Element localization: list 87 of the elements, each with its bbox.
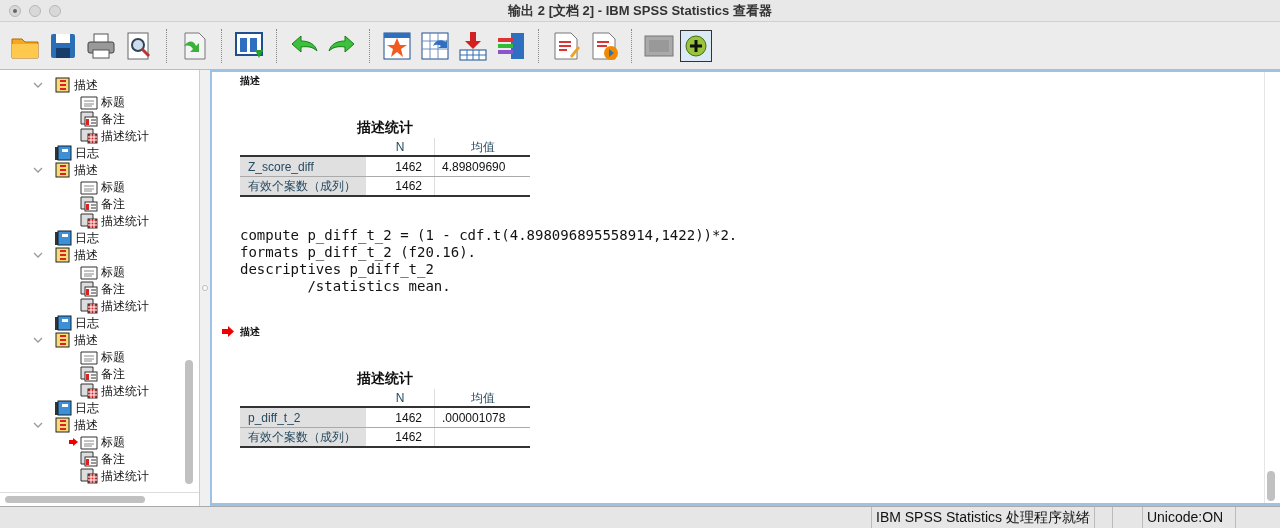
- plus-icon: [685, 34, 707, 57]
- log-book-icon: [54, 314, 72, 331]
- tree-item-label[interactable]: 日志: [75, 143, 99, 162]
- tree-item-label[interactable]: 标题: [101, 262, 125, 281]
- book-icon: [55, 416, 71, 433]
- column-header: 均值: [434, 389, 530, 406]
- log-book-icon: [54, 399, 72, 416]
- tree-item-label[interactable]: 描述: [74, 415, 98, 434]
- tree-item-label[interactable]: 标题: [101, 92, 125, 111]
- notes-icon: [80, 280, 98, 297]
- page-icon: [80, 263, 98, 280]
- tree-item-label[interactable]: 描述统计: [101, 211, 149, 230]
- chevron-down-icon[interactable]: [33, 336, 43, 343]
- tree-item-label[interactable]: 备注: [101, 194, 125, 213]
- vertical-scrollbar[interactable]: [1267, 471, 1275, 501]
- tree-item-label[interactable]: 标题: [101, 347, 125, 366]
- vertical-scrollbar[interactable]: [185, 360, 193, 484]
- column-header: 均值: [434, 138, 530, 155]
- chevron-down-icon[interactable]: [33, 166, 43, 173]
- output-heading: 描述: [240, 324, 260, 339]
- column-header: N: [394, 138, 406, 155]
- tree-item-label[interactable]: 备注: [101, 364, 125, 383]
- tree-item-label[interactable]: 备注: [101, 449, 125, 468]
- tree-item-label[interactable]: 备注: [101, 109, 125, 128]
- table-cell-text: .000001078: [442, 409, 506, 427]
- tree-item-label[interactable]: 描述: [74, 160, 98, 179]
- row-header: 有效个案数（成列）: [240, 177, 366, 195]
- status-message: IBM SPSS Statistics 处理程序就绪: [872, 507, 1095, 528]
- add-button[interactable]: [680, 29, 712, 62]
- page-icon: [80, 93, 98, 110]
- tree-item-label[interactable]: 标题: [101, 432, 125, 451]
- page-icon: [80, 178, 98, 195]
- close-window-button[interactable]: [9, 5, 21, 17]
- row-header: Z_score_diff: [240, 157, 366, 176]
- notes-icon: [80, 195, 98, 212]
- table-back-icon[interactable]: [419, 29, 451, 62]
- row-header: 有效个案数（成列）: [240, 428, 366, 446]
- table-title: 描述统计: [356, 369, 414, 388]
- page-icon: [80, 433, 98, 450]
- tree-item-label[interactable]: 描述统计: [101, 466, 149, 485]
- tree-item-label[interactable]: 标题: [101, 177, 125, 196]
- tree-item-label[interactable]: 描述: [74, 245, 98, 264]
- column-header: N: [394, 389, 406, 406]
- syntax-line: compute p_diff_t_2 = (1 - cdf.t(4.898096895558914,1422))*2.: [240, 227, 738, 244]
- book-icon: [55, 246, 71, 263]
- tree-item-label[interactable]: 备注: [101, 279, 125, 298]
- output-heading: 描述: [240, 73, 260, 88]
- tree-item-label[interactable]: 日志: [75, 313, 99, 332]
- table-cell-text: 4.89809690: [442, 158, 506, 176]
- tree-item-label[interactable]: 日志: [75, 228, 99, 247]
- table-icon: [80, 382, 98, 399]
- tree-item-label[interactable]: 日志: [75, 398, 99, 417]
- book-icon: [55, 331, 71, 348]
- row-header: p_diff_t_2: [240, 408, 366, 427]
- syntax-line: /statistics mean.: [306, 278, 451, 295]
- insert-row-icon[interactable]: [457, 29, 489, 62]
- table-cell-text: 1462: [395, 178, 422, 195]
- splitter-handle[interactable]: [202, 285, 208, 291]
- window-title: 输出 2 [文档 2] - IBM SPSS Statistics 查看器: [508, 1, 772, 20]
- table-icon: [80, 297, 98, 314]
- page-icon: [80, 348, 98, 365]
- table-cell-text: 1462: [395, 409, 422, 427]
- notes-icon: [80, 450, 98, 467]
- chevron-down-icon[interactable]: [33, 81, 43, 88]
- tree-item-label[interactable]: 描述: [74, 330, 98, 349]
- tree-item-label[interactable]: 描述: [74, 75, 98, 94]
- tree-item-label[interactable]: 描述统计: [101, 126, 149, 145]
- log-book-icon: [54, 229, 72, 246]
- tree-item-label[interactable]: 描述统计: [101, 296, 149, 315]
- table-cell-text: 1462: [395, 158, 422, 176]
- log-book-icon: [54, 144, 72, 161]
- table-icon: [80, 127, 98, 144]
- syntax-line: descriptives p_diff_t_2: [240, 261, 434, 278]
- encoding-indicator: Unicode:ON: [1142, 507, 1236, 528]
- chevron-down-icon[interactable]: [33, 251, 43, 258]
- syntax-line: formats p_diff_t_2 (f20.16).: [240, 244, 476, 261]
- notes-icon: [80, 110, 98, 127]
- table-title: 描述统计: [356, 118, 414, 137]
- tree-item-label[interactable]: 描述统计: [101, 381, 149, 400]
- notes-icon: [80, 365, 98, 382]
- book-icon: [55, 161, 71, 178]
- table-cell-text: 1462: [395, 429, 422, 446]
- horizontal-scrollbar[interactable]: [5, 496, 145, 503]
- table-icon: [80, 467, 98, 484]
- chevron-down-icon[interactable]: [33, 421, 43, 428]
- table-icon: [80, 212, 98, 229]
- book-icon: [55, 76, 71, 93]
